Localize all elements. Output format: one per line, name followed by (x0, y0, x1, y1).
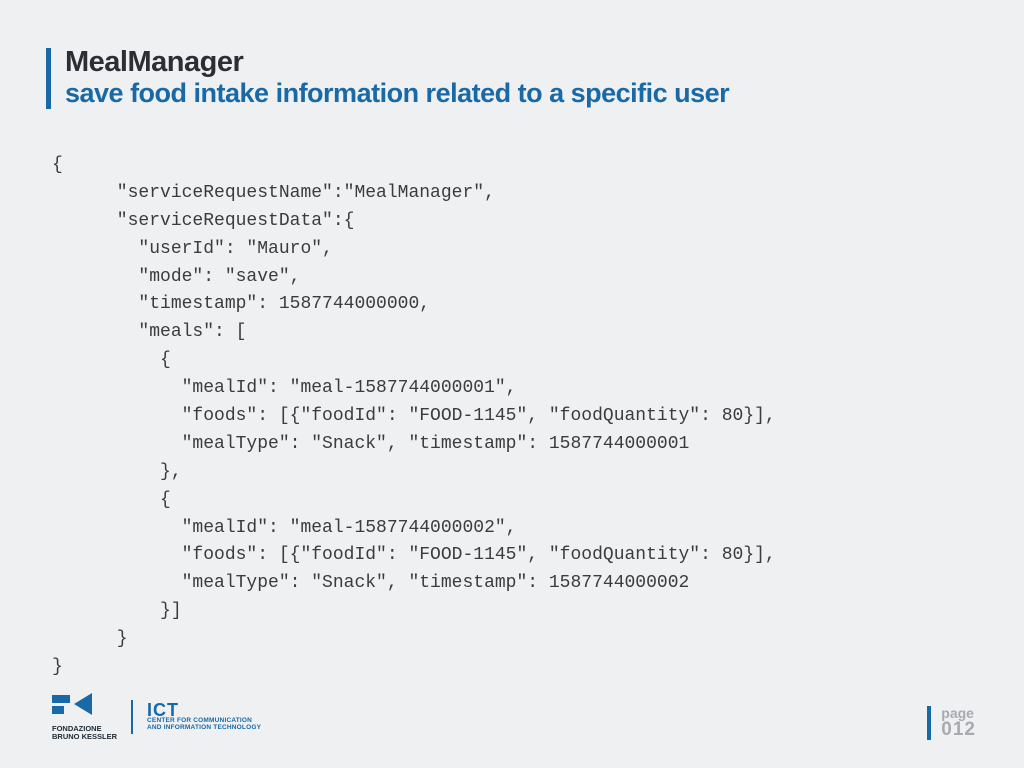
ict-sub2: AND INFORMATION TECHNOLOGY (147, 725, 261, 732)
slide-title: MealManager (65, 48, 729, 77)
footer-logo: FONDAZIONE BRUNO KESSLER ICT CENTER FOR … (52, 693, 261, 740)
slide-subtitle: save food intake information related to … (65, 79, 729, 109)
slide-footer: FONDAZIONE BRUNO KESSLER ICT CENTER FOR … (0, 692, 1024, 740)
ict-title: ICT (147, 702, 261, 718)
slide-header: MealManager save food intake information… (46, 48, 729, 109)
page-number: 012 (941, 720, 976, 740)
fbk-name-line2: BRUNO KESSLER (52, 733, 117, 741)
page-indicator: page 012 (927, 706, 976, 740)
fbk-logo-icon: FONDAZIONE BRUNO KESSLER (52, 693, 117, 740)
logo-separator (131, 700, 133, 734)
ict-logo: ICT CENTER FOR COMMUNICATION AND INFORMA… (147, 702, 261, 732)
code-block: { "serviceRequestName":"MealManager", "s… (52, 152, 972, 682)
page-label: page (941, 706, 976, 720)
